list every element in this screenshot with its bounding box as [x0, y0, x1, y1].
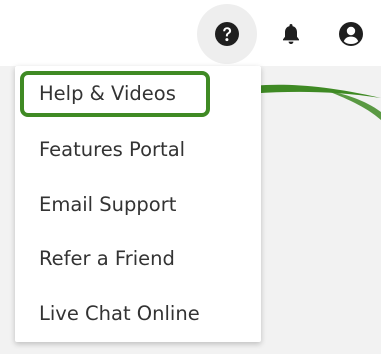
help-icon — [215, 22, 239, 46]
help-button[interactable] — [197, 4, 257, 64]
notifications-button[interactable] — [278, 21, 304, 47]
menu-item-live-chat[interactable]: Live Chat Online — [15, 294, 261, 334]
menu-item-features-portal[interactable]: Features Portal — [15, 130, 261, 170]
menu-item-email-support[interactable]: Email Support — [15, 185, 261, 225]
account-button[interactable] — [338, 21, 364, 47]
menu-item-refer-friend[interactable]: Refer a Friend — [15, 239, 261, 279]
help-dropdown-menu: Help & Videos Features Portal Email Supp… — [15, 66, 261, 342]
top-bar — [0, 0, 381, 66]
user-icon — [339, 22, 363, 46]
bell-icon — [283, 24, 299, 44]
menu-item-help-videos[interactable]: Help & Videos — [15, 74, 261, 114]
